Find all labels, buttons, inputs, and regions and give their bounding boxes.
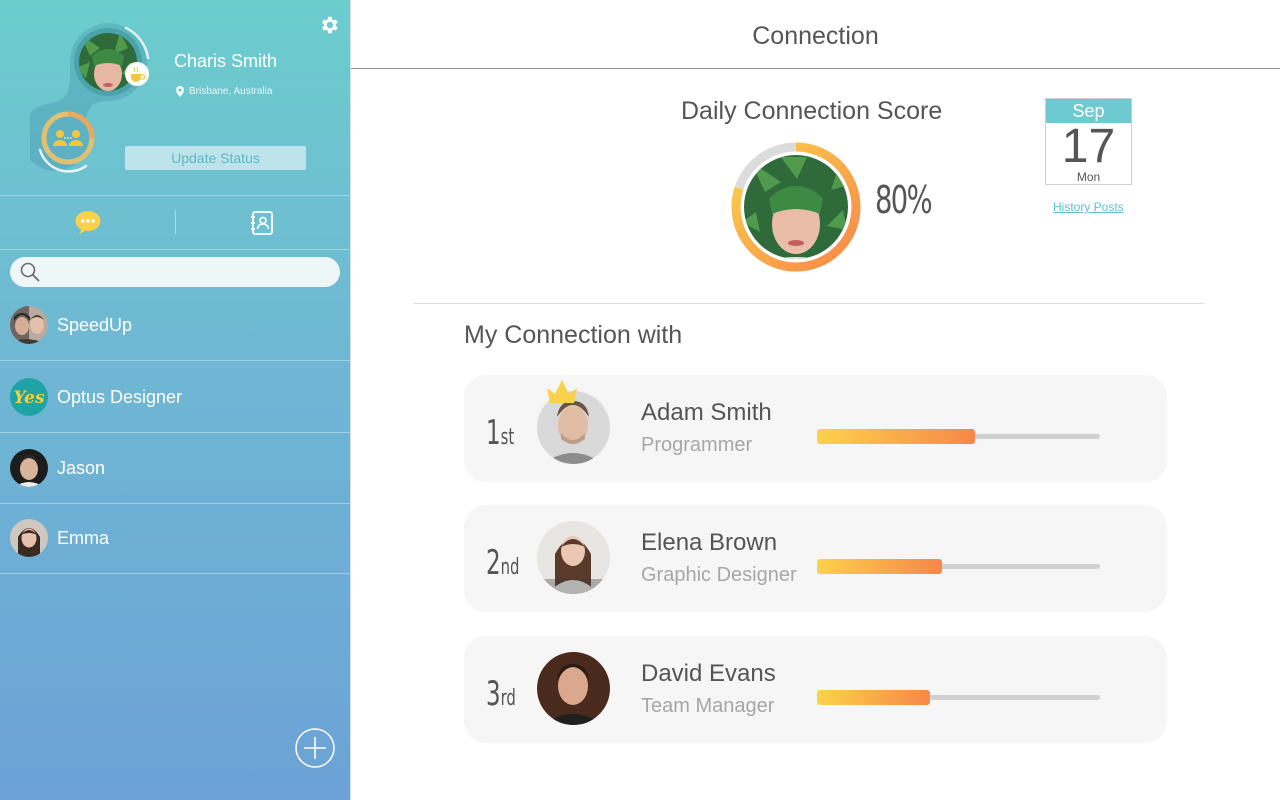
contact-name: SpeedUp <box>57 314 133 335</box>
search-bar <box>10 257 340 287</box>
avatar <box>10 519 48 557</box>
contact-item-optus-designer[interactable]: Yes Optus Designer <box>0 362 351 433</box>
search-input[interactable] <box>46 259 340 285</box>
crown-icon <box>547 380 577 403</box>
connection-card[interactable]: 2nd Elena Brown Graphic Designer <box>464 505 1167 612</box>
connection-name: David Evans <box>641 660 776 687</box>
chat-icon[interactable] <box>73 208 103 238</box>
location-pin-icon <box>176 86 184 97</box>
connection-score-bar <box>817 559 1100 574</box>
connection-card[interactable]: 3rd David Evans Team Manager <box>464 636 1167 743</box>
contact-item-speedup[interactable]: SpeedUp <box>0 290 351 361</box>
connection-photo <box>537 652 610 725</box>
connection-photo <box>537 521 610 594</box>
score-bar-fill <box>817 559 942 574</box>
profile-location-text: Brisbane, Australia <box>189 86 273 97</box>
avatar: Yes <box>10 378 48 416</box>
rank-label: 2nd <box>486 543 519 583</box>
section-divider <box>413 303 1204 304</box>
rank-suffix: rd <box>500 686 516 711</box>
contact-name: Jason <box>57 457 106 478</box>
rank-number: 3 <box>486 674 501 714</box>
connection-role: Graphic Designer <box>641 564 797 586</box>
score-bar-fill <box>817 429 976 444</box>
section-title: My Connection with <box>464 321 683 349</box>
history-posts-link[interactable]: History Posts <box>1053 200 1124 214</box>
sidebar-tabs <box>0 196 351 250</box>
profile-name: Charis Smith <box>174 51 278 71</box>
daily-score-ring <box>731 142 861 272</box>
connection-score-bar <box>817 429 1100 444</box>
contact-item-jason[interactable]: Jason <box>0 433 351 504</box>
avatar-text: Yes <box>13 388 44 408</box>
rank-number: 1 <box>486 413 501 453</box>
rank-suffix: st <box>500 425 515 450</box>
daily-score-percent: 80% <box>875 178 933 222</box>
tab-divider <box>175 210 176 234</box>
rank-suffix: nd <box>500 555 520 580</box>
page-title: Connection <box>752 22 879 50</box>
rank-label: 3rd <box>486 674 516 714</box>
avatar <box>10 306 48 344</box>
contact-name: Emma <box>57 527 110 548</box>
main-panel: Connection Daily Connection Score 80% Se… <box>351 0 1280 800</box>
connection-role: Programmer <box>641 434 753 456</box>
connection-card[interactable]: 1st Adam Smith Programmer <box>464 375 1167 482</box>
connection-score-bar <box>817 690 1100 705</box>
avatar <box>10 449 48 487</box>
divider <box>0 249 351 250</box>
rank-label: 1st <box>486 413 514 453</box>
rank-number: 2 <box>486 543 501 583</box>
update-status-button[interactable]: Update Status <box>125 146 306 170</box>
header-divider <box>351 68 1280 69</box>
contact-item-emma[interactable]: Emma <box>0 503 351 574</box>
search-icon <box>20 262 40 282</box>
add-contact-button[interactable] <box>295 728 335 768</box>
connection-name: Elena Brown <box>641 529 778 556</box>
sidebar: Charis Smith Brisbane, Australia Update … <box>0 0 351 800</box>
daily-score-title: Daily Connection Score <box>681 97 943 125</box>
profile-location: Brisbane, Australia <box>176 86 272 97</box>
gear-icon[interactable] <box>318 14 340 36</box>
score-bar-fill <box>817 690 931 705</box>
contact-name: Optus Designer <box>57 386 183 407</box>
app: Charis Smith Brisbane, Australia Update … <box>0 0 1280 800</box>
connection-name: Adam Smith <box>641 399 772 426</box>
connection-role: Team Manager <box>641 695 775 717</box>
calendar-widget: Sep 17 Mon <box>1045 98 1132 185</box>
calendar-weekday: Mon <box>1076 170 1101 184</box>
contacts-book-icon[interactable] <box>247 208 277 238</box>
calendar-day: 17 <box>1061 120 1116 173</box>
